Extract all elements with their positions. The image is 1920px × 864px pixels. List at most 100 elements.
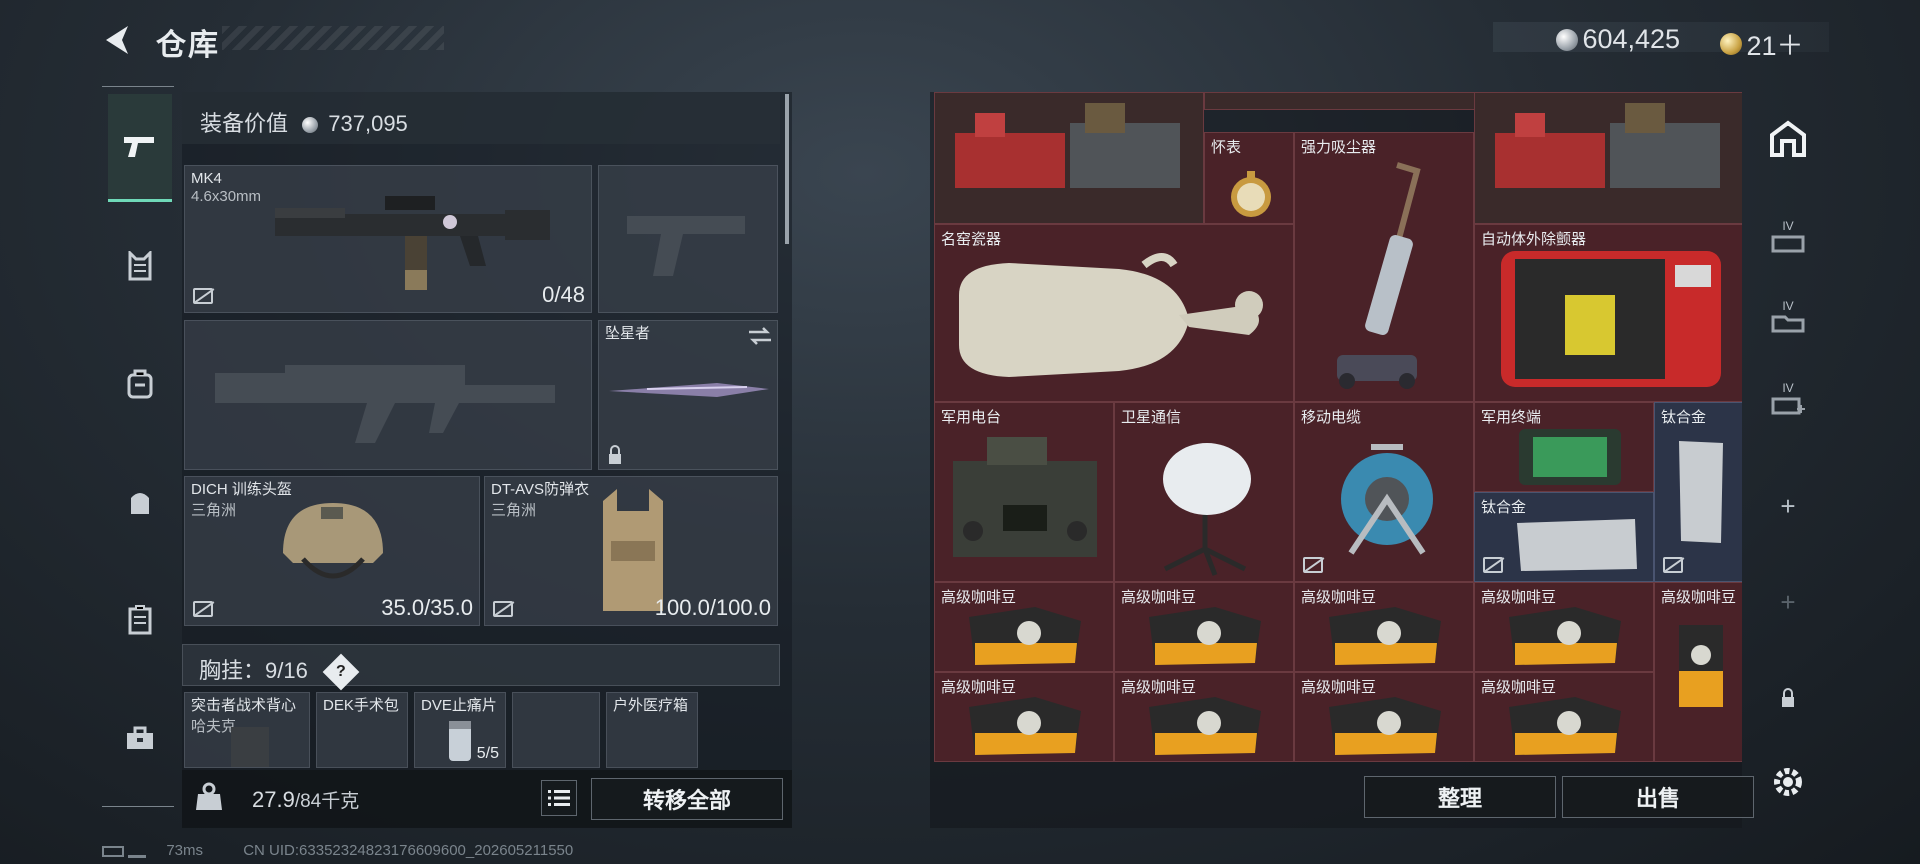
gold-currency[interactable]: 21＋: [1720, 24, 1804, 63]
rifle-silhouette-icon: [215, 365, 555, 443]
storage-cell-case-2[interactable]: [1474, 92, 1742, 224]
backpack-icon: [127, 369, 153, 399]
no-insure-icon: [193, 601, 213, 617]
item-label: 怀表: [1211, 139, 1242, 156]
storage-cell-coffee[interactable]: 高级咖啡豆: [934, 672, 1114, 762]
primary-weapon-slot[interactable]: MK4 4.6x30mm 0/48: [184, 165, 592, 313]
titanium-plate-image: [1679, 441, 1723, 543]
title-decoration: [222, 26, 444, 50]
item-name: 突击者战术背心: [191, 697, 297, 714]
secondary-weapon-slot[interactable]: [184, 320, 592, 470]
back-icon[interactable]: [100, 22, 136, 58]
sell-button[interactable]: 出售: [1562, 776, 1754, 818]
tab-backpack[interactable]: [110, 354, 170, 414]
add-storage-button-disabled: +: [1764, 578, 1812, 626]
helmet-slot[interactable]: DICH 训练头盔 三角洲 35.0/35.0: [184, 476, 480, 626]
signal-icon: [128, 844, 147, 859]
supply-case-image: [955, 103, 1180, 188]
pistol-slot[interactable]: [598, 165, 778, 313]
help-glyph: ?: [336, 663, 346, 681]
no-insure-icon: [1483, 557, 1503, 573]
tier-label: IV: [1782, 219, 1794, 233]
tab-chest-rig[interactable]: [110, 236, 170, 296]
storage-cell-coffee[interactable]: 高级咖啡豆: [1114, 582, 1294, 672]
storage-cell-coffee[interactable]: 高级咖啡豆: [1294, 672, 1474, 762]
no-insure-icon: [1663, 557, 1683, 573]
storage-cell-case[interactable]: [934, 92, 1204, 224]
coffee-bag-image: [1149, 607, 1261, 665]
chest-item-painkiller[interactable]: DVE止痛片 5/5: [414, 692, 506, 768]
tab-container[interactable]: [110, 590, 170, 650]
storage-grid: 怀表 强力吸尘器 名窑瓷器 自动体外除颤器 军用电台 卫星通信 移动电缆 军用终…: [934, 92, 1742, 764]
swap-icon[interactable]: [747, 327, 773, 345]
storage-cell-coffee-tall[interactable]: 高级咖啡豆: [1654, 582, 1742, 762]
storage-cell-coffee[interactable]: 高级咖啡豆: [1114, 672, 1294, 762]
storage-cell-aed[interactable]: 自动体外除颤器: [1474, 224, 1742, 402]
sidebar-divider-top: [102, 86, 174, 87]
helmet-image: [283, 503, 383, 579]
chest-item-medkit[interactable]: 户外医疗箱: [606, 692, 698, 768]
rifle-image: [275, 196, 550, 290]
item-label: 强力吸尘器: [1301, 139, 1377, 156]
lock-button[interactable]: [1764, 674, 1812, 722]
coffee-bag-image: [1509, 607, 1621, 665]
tab-pouch[interactable]: [110, 472, 170, 532]
defibrillator-image: [1501, 251, 1721, 387]
page-title: 仓库: [156, 29, 220, 62]
coffee-bag-image: [1149, 697, 1261, 755]
pistol-silhouette-icon: [627, 216, 745, 276]
storage-cell-satcom[interactable]: 卫星通信: [1114, 402, 1294, 582]
storage-tab-tier-2[interactable]: IV: [1764, 292, 1812, 340]
storage-cell-coffee[interactable]: 高级咖啡豆: [1474, 672, 1654, 762]
folder-icon: [1771, 315, 1805, 333]
coffee-bag-image: [969, 607, 1081, 665]
storage-cell-radio[interactable]: 军用电台: [934, 402, 1114, 582]
status-bar: 73ms CN UID:63352324823176609600_2026052…: [102, 842, 573, 859]
settings-button[interactable]: [1764, 758, 1812, 806]
armor-name: DT-AVS防弹衣: [491, 481, 590, 498]
vacuum-cleaner-image: [1337, 162, 1421, 389]
tab-weapons[interactable]: [108, 94, 172, 202]
storage-tab-main[interactable]: [1764, 114, 1812, 162]
no-insure-icon: [193, 288, 213, 304]
vest-icon: [128, 251, 152, 281]
silver-currency: 604,425: [1556, 24, 1680, 55]
storage-cell-coffee[interactable]: 高级咖啡豆: [934, 582, 1114, 672]
chest-item-vest[interactable]: 突击者战术背心 哈夫克: [184, 692, 310, 768]
list-view-button[interactable]: [541, 780, 577, 816]
storage-cell-titanium-1[interactable]: 钛合金: [1474, 492, 1654, 582]
tactical-vest-image: [231, 727, 269, 767]
armor-slot[interactable]: DT-AVS防弹衣 三角洲 100.0/100.0: [484, 476, 778, 626]
weapon-caliber: 4.6x30mm: [191, 188, 262, 205]
chest-item-empty[interactable]: [512, 692, 600, 768]
storage-cell-coffee[interactable]: 高级咖啡豆: [1474, 582, 1654, 672]
add-storage-button[interactable]: +: [1764, 482, 1812, 530]
storage-cell-coffee[interactable]: 高级咖啡豆: [1294, 582, 1474, 672]
storage-cell-titanium-2[interactable]: 钛合金: [1654, 402, 1742, 582]
chest-rig-bar: 胸挂：9/16 ?: [182, 644, 780, 691]
storage-tab-tier-3[interactable]: IV: [1764, 374, 1812, 422]
pouch-icon: [131, 493, 149, 514]
satellite-dish-image: [1163, 443, 1251, 576]
melee-slot[interactable]: 坠星者: [598, 320, 778, 470]
coffee-bag-image: [1329, 697, 1441, 755]
pocket-watch-image: [1231, 171, 1271, 217]
tab-toolbox[interactable]: [110, 708, 170, 768]
equipment-scrollbar[interactable]: [785, 94, 789, 244]
storage-cell-vacuum[interactable]: 强力吸尘器: [1294, 132, 1474, 402]
equipment-value-label: 装备价值: [200, 111, 289, 136]
list-icon: [548, 790, 570, 806]
container-icon: [128, 605, 152, 635]
sort-button[interactable]: 整理: [1364, 776, 1556, 818]
silver-coin-icon: [1556, 28, 1578, 51]
user-uid: CN UID:63352324823176609600_202605211550: [243, 842, 574, 859]
storage-cell-cable-reel[interactable]: 移动电缆: [1294, 402, 1474, 582]
help-icon[interactable]: ?: [322, 653, 360, 691]
storage-tab-tier-1[interactable]: IV: [1764, 212, 1812, 260]
gear-icon: [1774, 768, 1802, 796]
storage-cell-porcelain[interactable]: 名窑瓷器: [934, 224, 1294, 402]
chest-item-surgery-kit[interactable]: DEK手术包: [316, 692, 408, 768]
storage-cell-terminal[interactable]: 军用终端: [1474, 402, 1654, 492]
storage-cell-pocket-watch[interactable]: 怀表: [1204, 132, 1294, 224]
transfer-all-button[interactable]: 转移全部: [591, 778, 783, 820]
